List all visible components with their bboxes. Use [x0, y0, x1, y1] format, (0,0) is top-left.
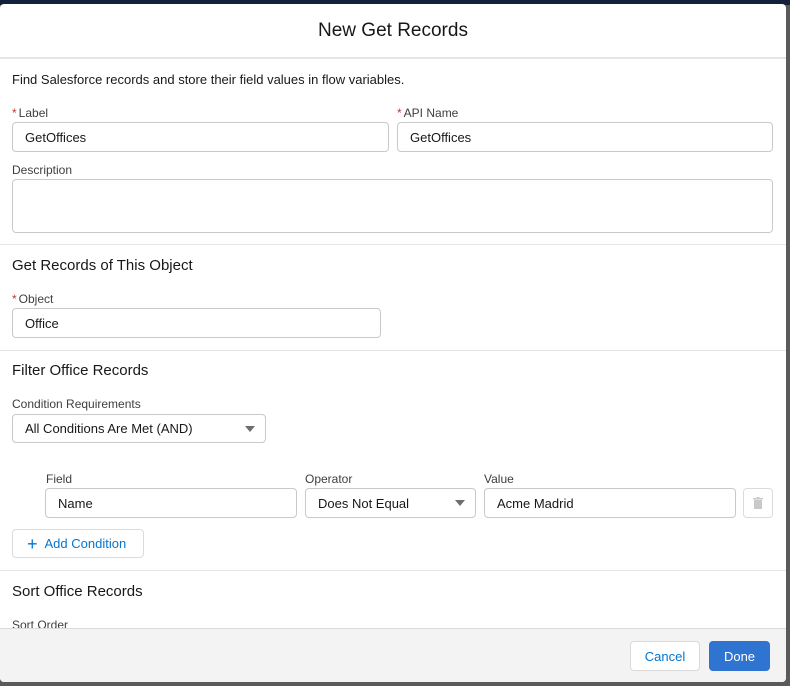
modal-header: New Get Records: [0, 4, 786, 59]
description-label: Description: [12, 163, 73, 177]
api-name-field-label: * API Name: [397, 106, 459, 120]
condition-requirements-label: Condition Requirements: [12, 397, 141, 411]
divider: [0, 350, 786, 351]
condition-requirements-select[interactable]: All Conditions Are Met (AND): [12, 414, 266, 443]
cancel-button[interactable]: Cancel: [630, 641, 700, 671]
object-label: * Object: [12, 292, 54, 306]
description-textarea[interactable]: [12, 179, 773, 233]
condition-value-input[interactable]: Acme Madrid: [484, 488, 736, 518]
condition-operator-select[interactable]: Does Not Equal: [305, 488, 476, 518]
chevron-down-icon: [245, 425, 255, 432]
done-button[interactable]: Done: [709, 641, 770, 671]
divider: [0, 570, 786, 571]
delete-condition-button[interactable]: [743, 488, 773, 518]
plus-icon: +: [27, 533, 38, 554]
object-input[interactable]: Office: [12, 308, 381, 338]
modal-title: New Get Records: [318, 19, 468, 41]
api-name-input[interactable]: GetOffices: [397, 122, 773, 152]
trash-icon: [753, 497, 763, 509]
intro-text: Find Salesforce records and store their …: [12, 72, 405, 87]
get-records-modal: New Get Records Find Salesforce records …: [0, 4, 786, 682]
label-input[interactable]: GetOffices: [12, 122, 389, 152]
object-section-title: Get Records of This Object: [12, 257, 193, 274]
divider: [0, 244, 786, 245]
sort-section-title: Sort Office Records: [12, 583, 143, 600]
field-column-label: Field: [46, 472, 73, 486]
add-condition-button[interactable]: + Add Condition: [12, 529, 144, 558]
filter-section-title: Filter Office Records: [12, 362, 149, 379]
operator-column-label: Operator: [305, 472, 353, 486]
value-column-label: Value: [484, 472, 514, 486]
condition-field-input[interactable]: Name: [45, 488, 297, 518]
chevron-down-icon: [455, 500, 465, 506]
modal-footer: Cancel Done: [0, 628, 786, 682]
label-field-label: * Label: [12, 106, 49, 120]
